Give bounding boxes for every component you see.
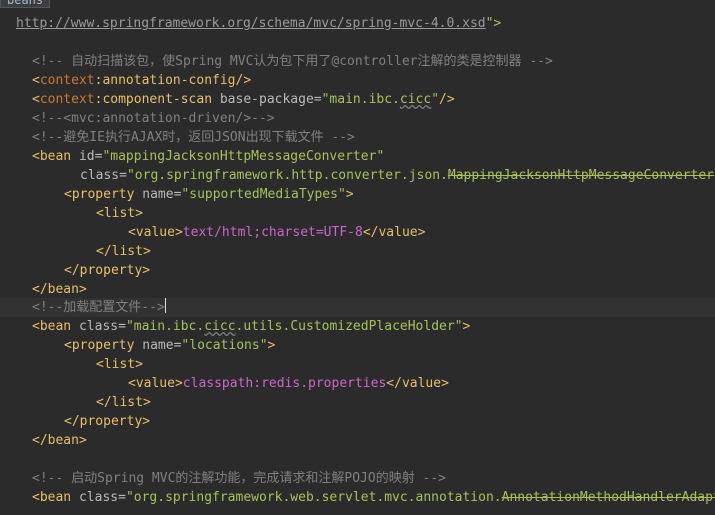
code-line-bean-jackson: <bean id="mappingJacksonHttpMessageConve… [32, 149, 385, 164]
code-line-comment-scan: <!-- 自动扫描该包，使Spring MVC认为包下用了@controller… [32, 54, 553, 69]
code-editor[interactable]: beans http://www.springframework.org/sch… [0, 0, 715, 515]
code-line-list-close-2: </list> [96, 395, 151, 410]
code-line-list-open-2: <list> [96, 357, 143, 372]
code-line-bean-adapter: <bean class="org.springframework.web.ser… [32, 490, 715, 505]
code-line-annotation-config: <context:annotation-config/> [32, 73, 252, 88]
code-line-list-close: </list> [96, 244, 151, 259]
code-line-list-open: <list> [96, 206, 143, 221]
code-line-ie-comment: <!--避免IE执行AJAX时，返回JSON出现下载文件 --> [32, 130, 355, 145]
breadcrumb[interactable]: beans [0, 0, 51, 8]
code-line-mvc-annotation-comment: <!-- 启动Spring MVC的注解功能，完成请求和注解POJO的映射 --… [32, 471, 447, 486]
code-line-config-comment: <!--加载配置文件--> [32, 298, 166, 315]
code-line-bean-close-2: </bean> [32, 433, 87, 448]
code-line-component-scan: <context:component-scan base-package="ma… [32, 92, 455, 107]
code-line-value-media: <value>text/html;charset=UTF-8</value> [128, 225, 426, 240]
code-line-property-close-2: </property> [64, 414, 151, 429]
code-line-property-close: </property> [64, 263, 151, 278]
code-line-value-redis: <value>classpath:redis.properties</value… [128, 376, 449, 391]
code-line-mvc-comment: <!--<mvc:annotation-driven/>--> [32, 111, 275, 126]
code-line-bean-close: </bean> [32, 282, 87, 297]
code-line-property-locations: <property name="locations"> [64, 338, 276, 353]
text-caret [164, 298, 166, 313]
code-line-bean-class: class="org.springframework.http.converte… [80, 168, 714, 183]
code-line-bean-placeholder: <bean class="main.ibc.cicc.utils.Customi… [32, 319, 471, 334]
code-line-1: http://www.springframework.org/schema/mv… [16, 16, 502, 31]
schema-url[interactable]: http://www.springframework.org/schema/mv… [16, 16, 486, 31]
code-line-property-media: <property name="supportedMediaTypes"> [64, 187, 354, 202]
